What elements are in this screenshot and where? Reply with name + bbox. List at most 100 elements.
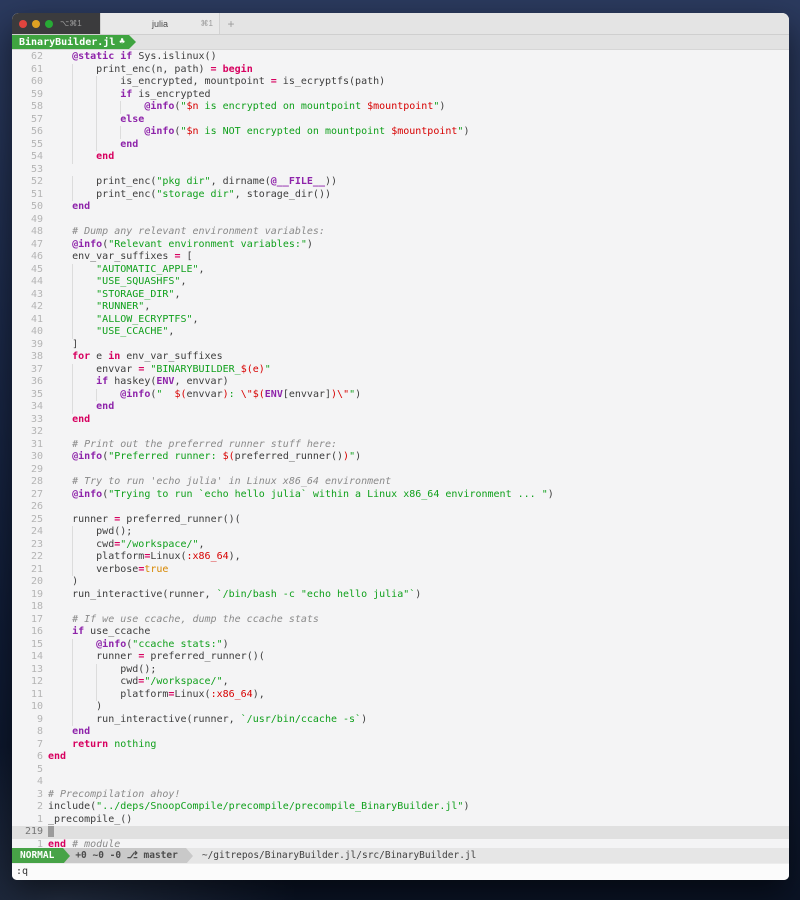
code-line[interactable]: 29: [12, 464, 789, 477]
code-line[interactable]: 28# Try to run 'echo julia' in Linux x86…: [12, 476, 789, 489]
window-shortcut-label: ⌥⌘1: [60, 19, 82, 28]
code-line[interactable]: 13pwd();: [12, 664, 789, 677]
zoom-window-button[interactable]: [45, 20, 53, 28]
code-line[interactable]: 8end: [12, 726, 789, 739]
code-line[interactable]: 4: [12, 776, 789, 789]
line-number: 32: [12, 426, 43, 439]
code-line[interactable]: 57else: [12, 114, 789, 127]
code-line[interactable]: 59if is_encrypted: [12, 89, 789, 102]
code-line[interactable]: 19run_interactive(runner, `/bin/bash -c …: [12, 589, 789, 602]
code-line[interactable]: 47@info("Relevant environment variables:…: [12, 239, 789, 252]
code-line[interactable]: 52print_enc("pkg dir", dirname(@__FILE__…: [12, 176, 789, 189]
code-line[interactable]: 41"ALLOW_ECRYPTFS",: [12, 314, 789, 327]
code-token: run_interactive(runner,: [72, 589, 217, 600]
code-line[interactable]: 43"STORAGE_DIR",: [12, 289, 789, 302]
minimize-window-button[interactable]: [32, 20, 40, 28]
code-line[interactable]: 44"USE_SQUASHFS",: [12, 276, 789, 289]
code-line[interactable]: 24pwd();: [12, 526, 789, 539]
buffer-badge[interactable]: BinaryBuilder.jl♣: [12, 35, 129, 49]
code-line[interactable]: 39]: [12, 339, 789, 352]
code-line[interactable]: 7return nothing: [12, 739, 789, 752]
code-line[interactable]: 54end: [12, 151, 789, 164]
indent-guide: [48, 276, 72, 289]
code-line[interactable]: 26: [12, 501, 789, 514]
code-line[interactable]: 16if use_ccache: [12, 626, 789, 639]
code-line[interactable]: 18: [12, 601, 789, 614]
close-window-button[interactable]: [19, 20, 27, 28]
code-line[interactable]: 2include("../deps/SnoopCompile/precompil…: [12, 801, 789, 814]
code-line[interactable]: 46env_var_suffixes = [: [12, 251, 789, 264]
code-line[interactable]: 49: [12, 214, 789, 227]
code-token: $mountpoint: [391, 126, 457, 137]
code-line[interactable]: 40"USE_CCACHE",: [12, 326, 789, 339]
code-line[interactable]: 27@info("Trying to run `echo hello julia…: [12, 489, 789, 502]
code-line[interactable]: 15@info("ccache stats:"): [12, 639, 789, 652]
code-line[interactable]: 17# If we use ccache, dump the ccache st…: [12, 614, 789, 627]
code-line[interactable]: 37envvar = "BINARYBUILDER_$(e)": [12, 364, 789, 377]
code-line[interactable]: 9run_interactive(runner, `/usr/bin/ccach…: [12, 714, 789, 727]
indent-guide: [96, 114, 120, 127]
code-line[interactable]: 12cwd="/workspace/",: [12, 676, 789, 689]
indent-guide: [48, 339, 72, 352]
code-line[interactable]: 34end: [12, 401, 789, 414]
status-bar: NORMAL +0 ~0 -0 ⎇ master ~/gitrepos/Bina…: [12, 848, 789, 863]
indent-guide: [48, 51, 72, 64]
code-line[interactable]: 22platform=Linux(:x86_64),: [12, 551, 789, 564]
code-line[interactable]: 23cwd="/workspace/",: [12, 539, 789, 552]
code-token: end: [48, 839, 66, 849]
code-line[interactable]: 38for e in env_var_suffixes: [12, 351, 789, 364]
code-line[interactable]: 35@info(" $(envvar): \"$(ENV[envvar])\""…: [12, 389, 789, 402]
code-line[interactable]: 62@static if Sys.islinux(): [12, 51, 789, 64]
code-line[interactable]: 60is_encrypted, mountpoint = is_ecryptfs…: [12, 76, 789, 89]
code-line[interactable]: 50end: [12, 201, 789, 214]
indent-guide: [48, 664, 72, 677]
code-line[interactable]: 20): [12, 576, 789, 589]
code-line[interactable]: 48# Dump any relevant environment variab…: [12, 226, 789, 239]
code-line[interactable]: 32: [12, 426, 789, 439]
code-line[interactable]: 6end: [12, 751, 789, 764]
code-token: preferred_runner()(: [120, 514, 240, 525]
code-line[interactable]: 42"RUNNER",: [12, 301, 789, 314]
code-line[interactable]: 58@info("$n is encrypted on mountpoint $…: [12, 101, 789, 114]
code-line[interactable]: 219: [12, 826, 789, 839]
code-line[interactable]: 1end # module: [12, 839, 789, 849]
indent-guide: [72, 264, 96, 277]
code-token: ,: [199, 539, 205, 550]
code-line[interactable]: 31# Print out the preferred runner stuff…: [12, 439, 789, 452]
new-tab-button[interactable]: +: [220, 13, 242, 34]
line-number: 54: [12, 151, 43, 164]
line-number: 219: [12, 826, 43, 839]
code-line[interactable]: 36if haskey(ENV, envvar): [12, 376, 789, 389]
code-line[interactable]: 56@info("$n is NOT encrypted on mountpoi…: [12, 126, 789, 139]
code-text: is_encrypted, mountpoint = is_ecryptfs(p…: [48, 76, 385, 89]
code-area[interactable]: 62@static if Sys.islinux()61print_enc(n,…: [12, 50, 789, 848]
vim-command-line[interactable]: :q: [12, 863, 789, 880]
code-line[interactable]: 61print_enc(n, path) = begin: [12, 64, 789, 77]
vim-cursor: [48, 826, 54, 837]
code-line[interactable]: 25runner = preferred_runner()(: [12, 514, 789, 527]
code-line[interactable]: 33end: [12, 414, 789, 427]
indent-guide: [72, 189, 96, 202]
line-number: 34: [12, 401, 43, 414]
code-line[interactable]: 21verbose=true: [12, 564, 789, 577]
indent-guide: [48, 514, 72, 527]
code-line[interactable]: 3# Precompilation ahoy!: [12, 789, 789, 802]
tab-julia[interactable]: julia ⌘1: [100, 13, 220, 34]
code-line[interactable]: 10): [12, 701, 789, 714]
line-number: 23: [12, 539, 43, 552]
indent-guide: [48, 76, 72, 89]
code-line[interactable]: 51print_enc("storage dir", storage_dir()…: [12, 189, 789, 202]
code-line[interactable]: 14runner = preferred_runner()(: [12, 651, 789, 664]
code-line[interactable]: 1_precompile_(): [12, 814, 789, 827]
buffer-bar: BinaryBuilder.jl♣: [12, 35, 789, 50]
code-line[interactable]: 55end: [12, 139, 789, 152]
code-line[interactable]: 53: [12, 164, 789, 177]
indent-guide: [48, 626, 72, 639]
code-line[interactable]: 5: [12, 764, 789, 777]
code-token: in: [108, 351, 120, 362]
indent-guide: [72, 89, 96, 102]
code-line[interactable]: 11platform=Linux(:x86_64),: [12, 689, 789, 702]
code-text: "RUNNER",: [48, 301, 150, 314]
code-line[interactable]: 30@info("Preferred runner: $(preferred_r…: [12, 451, 789, 464]
code-line[interactable]: 45"AUTOMATIC_APPLE",: [12, 264, 789, 277]
